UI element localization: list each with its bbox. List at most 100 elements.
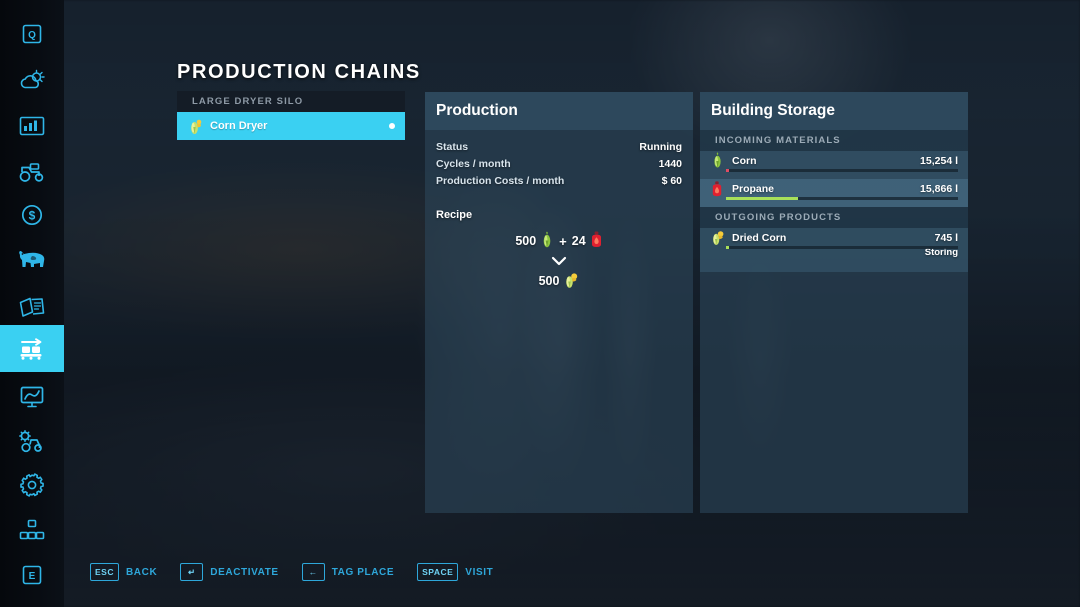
list-item-corn-dryer[interactable]: Corn Dryer — [177, 112, 405, 140]
propane-icon — [708, 180, 726, 197]
svg-text:E: E — [29, 571, 36, 582]
storage-fill-bar — [726, 197, 798, 200]
recipe-inputs: 500 + 24 — [425, 230, 693, 252]
sidebar-item-animals[interactable] — [0, 235, 64, 282]
sidebar-item-production[interactable] — [0, 325, 64, 372]
stat-value: 1440 — [658, 158, 682, 170]
storage-panel-header: Building Storage — [700, 92, 968, 130]
esc-key-icon: ESC — [90, 563, 119, 581]
page-title: PRODUCTION CHAINS — [177, 61, 421, 83]
production-panel-body: Status Running Cycles / month 1440 Produ… — [425, 130, 693, 513]
sidebar-item-contracts[interactable] — [0, 283, 64, 330]
hotkey-label: BACK — [125, 566, 158, 578]
recipe-input-amount-2: 24 — [571, 234, 586, 248]
hotkey-label: TAG PLACE — [331, 566, 395, 578]
storage-panel-title: Building Storage — [711, 102, 835, 119]
hotkey-bar: ESC BACK ↵ DEACTIVATE ← TAG PLACE SPACE … — [90, 563, 493, 581]
hotkey-back[interactable]: ESC BACK — [90, 563, 157, 581]
production-panel-header: Production — [425, 92, 693, 130]
sidebar-item-settings[interactable] — [0, 461, 64, 508]
hotkey-tag-place[interactable]: ← TAG PLACE — [301, 563, 395, 581]
contracts-icon — [18, 295, 46, 319]
storage-item-amount: 745 l — [934, 231, 958, 244]
stat-row-status: Status Running — [436, 141, 682, 158]
hotkey-deactivate[interactable]: ↵ DEACTIVATE — [180, 563, 278, 581]
storage-fill-bar — [726, 246, 730, 249]
game-menu-screen: Q $ E PRODUCTION CHAINS LARGE DRYER SILO C… — [0, 0, 1080, 607]
storage-item-name: Corn — [732, 154, 757, 167]
sidebar-nav: Q $ E — [0, 0, 64, 607]
finances-icon: $ — [20, 203, 44, 227]
sidebar-item-statistics[interactable] — [0, 102, 64, 149]
storage-fill-bar-track — [726, 197, 958, 200]
storage-row-dried-corn[interactable]: Dried Corn 745 l Storing — [700, 228, 968, 272]
stat-value: Running — [639, 141, 682, 153]
storage-item-name: Dried Corn — [732, 231, 787, 244]
dried-corn-icon — [708, 229, 726, 246]
hotkey-visit[interactable]: SPACE VISIT — [417, 563, 493, 581]
production-stats: Status Running Cycles / month 1440 Produ… — [425, 130, 693, 192]
recipe-plus: + — [559, 233, 567, 249]
sidebar-item-finances[interactable]: $ — [0, 191, 64, 238]
production-panel: Production Status Running Cycles / month… — [425, 92, 693, 513]
exit-icon: E — [20, 563, 44, 587]
storage-fill-bar — [726, 169, 729, 172]
stat-value: $ 60 — [661, 175, 682, 187]
storage-item-amount: 15,254 l — [920, 154, 958, 167]
map-overview-icon — [19, 385, 45, 409]
storage-row-propane[interactable]: Propane 15,866 l — [700, 179, 968, 207]
stat-row-cycles: Cycles / month 1440 — [436, 158, 682, 175]
production-panel-title: Production — [436, 102, 518, 119]
vehicle-config-icon — [17, 429, 47, 453]
production-chain-list: LARGE DRYER SILO Corn Dryer — [177, 91, 405, 140]
recipe-heading: Recipe — [436, 209, 473, 221]
stat-label: Status — [436, 141, 469, 153]
stat-row-costs: Production Costs / month $ 60 — [436, 175, 682, 192]
recipe-arrow-down-icon — [425, 252, 693, 270]
list-item-label: Corn Dryer — [210, 120, 268, 132]
storage-panel-body: INCOMING MATERIALS Corn 15,254 l Propane… — [700, 130, 968, 513]
quests-icon: Q — [20, 22, 44, 46]
list-group-header: LARGE DRYER SILO — [177, 91, 405, 112]
hotkey-label: DEACTIVATE — [210, 566, 279, 578]
svg-text:Q: Q — [28, 30, 36, 41]
production-icon — [17, 337, 47, 361]
sidebar-item-map-overview[interactable] — [0, 373, 64, 420]
dried-corn-icon — [563, 271, 579, 292]
sidebar-item-weather[interactable] — [0, 57, 64, 104]
stat-label: Production Costs / month — [436, 175, 565, 187]
section-header-outgoing: OUTGOING PRODUCTS — [700, 207, 968, 228]
hotkey-label: VISIT — [465, 566, 494, 578]
vehicles-icon — [18, 161, 46, 183]
animals-icon — [17, 248, 47, 270]
sidebar-item-exit[interactable]: E — [0, 551, 64, 598]
sidebar-item-vehicles[interactable] — [0, 148, 64, 195]
sidebar-item-vehicle-config[interactable] — [0, 417, 64, 464]
svg-text:$: $ — [29, 208, 36, 222]
storage-item-name: Propane — [732, 182, 775, 195]
stat-label: Cycles / month — [436, 158, 511, 170]
settings-icon — [19, 472, 45, 498]
corn-icon — [540, 231, 554, 252]
building-storage-panel: Building Storage INCOMING MATERIALS Corn — [700, 92, 968, 513]
storage-row-corn[interactable]: Corn 15,254 l — [700, 151, 968, 179]
recipe-output-amount: 500 — [538, 274, 560, 288]
storage-item-amount: 15,866 l — [920, 182, 958, 195]
enter-key-icon: ↵ — [180, 563, 204, 581]
storage-fill-bar-track — [726, 246, 958, 249]
recipe-input-amount: 500 — [515, 234, 537, 248]
multiplayer-icon — [19, 519, 45, 541]
weather-icon — [18, 69, 46, 93]
recipe-diagram: 500 + 24 500 — [425, 230, 693, 292]
status-dot — [389, 123, 395, 129]
sidebar-item-multiplayer[interactable] — [0, 506, 64, 553]
space-key-icon: SPACE — [417, 563, 459, 581]
storage-fill-bar-track — [726, 169, 958, 172]
corn-icon — [708, 152, 726, 169]
recipe-outputs: 500 — [425, 270, 693, 292]
section-header-incoming: INCOMING MATERIALS — [700, 130, 968, 151]
dried-corn-icon — [185, 117, 205, 135]
left-arrow-key-icon: ← — [301, 563, 325, 581]
sidebar-item-quests[interactable]: Q — [0, 10, 64, 57]
propane-icon — [590, 231, 603, 251]
